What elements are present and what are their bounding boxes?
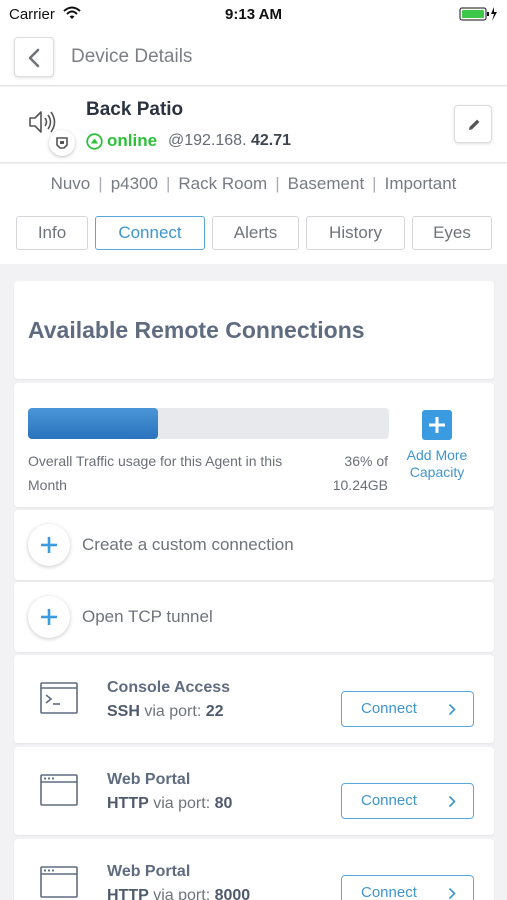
plug-icon bbox=[49, 130, 75, 156]
section-header-card: Available Remote Connections bbox=[14, 281, 494, 379]
connection-card: Web Portal HTTP via port: 8000 Connect bbox=[14, 839, 494, 900]
action-label: Create a custom connection bbox=[82, 535, 294, 554]
tab-alerts[interactable]: Alerts bbox=[212, 216, 299, 250]
tag: Nuvo bbox=[50, 174, 91, 193]
clock: 9:13 AM bbox=[225, 6, 282, 23]
tag: Important bbox=[384, 174, 457, 193]
usage-bar-fill bbox=[28, 408, 158, 439]
connection-name: Web Portal bbox=[107, 771, 191, 788]
connection-card: Console Access SSH via port: 22 Connect bbox=[14, 655, 494, 743]
connection-name: Console Access bbox=[107, 679, 231, 696]
usage-label: Overall Traffic usage for this Agent in … bbox=[28, 453, 283, 493]
connection-via: via port: bbox=[153, 795, 211, 812]
add-capacity-link[interactable]: Add More Capacity bbox=[396, 447, 478, 481]
tab-info[interactable]: Info bbox=[16, 216, 88, 250]
connection-port: 22 bbox=[205, 703, 224, 720]
pencil-icon bbox=[469, 119, 480, 130]
chevron-right-icon bbox=[448, 887, 456, 900]
device-tags: Nuvo | p4300 | Rack Room | Basement | Im… bbox=[0, 164, 507, 204]
connection-protocol-line: HTTP via port: 80 bbox=[107, 795, 232, 813]
status-bar: Carrier 9:13 AM bbox=[0, 0, 507, 28]
connect-button[interactable]: Connect bbox=[341, 875, 474, 900]
device-status: online bbox=[107, 131, 158, 150]
connection-protocol-line: HTTP via port: 8000 bbox=[107, 887, 250, 900]
edit-button[interactable] bbox=[454, 105, 492, 143]
traffic-usage-card: Overall Traffic usage for this Agent in … bbox=[14, 383, 494, 507]
connection-protocol: SSH bbox=[107, 703, 140, 720]
connection-port: 8000 bbox=[214, 887, 251, 900]
plus-icon bbox=[41, 609, 57, 625]
device-name: Back Patio bbox=[86, 99, 184, 120]
add-capacity-line: Add More bbox=[406, 447, 468, 463]
create-custom-connection-row[interactable]: Create a custom connection bbox=[14, 510, 494, 580]
page-title: Device Details bbox=[71, 46, 193, 67]
connect-button-label: Connect bbox=[361, 792, 417, 809]
connection-card: Web Portal HTTP via port: 80 Connect bbox=[14, 747, 494, 835]
plus-icon bbox=[41, 537, 57, 553]
connection-port: 80 bbox=[214, 795, 233, 812]
device-header: Back Patio online @192.168. 42.71 bbox=[0, 87, 507, 163]
section-title: Available Remote Connections bbox=[28, 317, 365, 343]
tag-separator: | bbox=[372, 174, 377, 193]
tag-separator: | bbox=[98, 174, 103, 193]
connect-button[interactable]: Connect bbox=[341, 783, 474, 819]
tag: p4300 bbox=[110, 174, 158, 193]
device-ip-suffix: 42.71 bbox=[251, 132, 292, 149]
chevron-left-icon bbox=[28, 48, 40, 68]
nav-bar: Device Details bbox=[0, 28, 507, 86]
tab-bar: Info Connect Alerts History Eyes bbox=[0, 204, 507, 264]
tag: Basement bbox=[287, 174, 365, 193]
connection-protocol: HTTP bbox=[107, 887, 149, 900]
terminal-icon bbox=[40, 682, 78, 719]
tab-connect[interactable]: Connect bbox=[95, 216, 205, 250]
usage-capacity: 10.24GB bbox=[332, 477, 388, 493]
connect-button[interactable]: Connect bbox=[341, 691, 474, 727]
tag-separator: | bbox=[165, 174, 171, 193]
add-circle-button[interactable] bbox=[28, 596, 70, 638]
connection-name: Web Portal bbox=[107, 863, 191, 880]
usage-amount: 36% of 10.24GB bbox=[322, 449, 388, 497]
action-label: Open TCP tunnel bbox=[82, 607, 213, 626]
plus-icon bbox=[429, 417, 445, 433]
browser-window-icon bbox=[40, 774, 78, 811]
tab-eyes[interactable]: Eyes bbox=[412, 216, 492, 250]
connection-protocol-line: SSH via port: 22 bbox=[107, 703, 224, 721]
battery-icon bbox=[459, 6, 499, 26]
open-tcp-tunnel-row[interactable]: Open TCP tunnel bbox=[14, 582, 494, 652]
chevron-right-icon bbox=[448, 795, 456, 808]
browser-window-icon bbox=[40, 866, 78, 900]
connection-via: via port: bbox=[144, 703, 202, 720]
connect-button-label: Connect bbox=[361, 700, 417, 717]
connection-via: via port: bbox=[153, 887, 211, 900]
usage-percent: 36% of bbox=[344, 453, 388, 469]
connect-button-label: Connect bbox=[361, 884, 417, 900]
chevron-right-icon bbox=[448, 703, 456, 716]
add-circle-button[interactable] bbox=[28, 524, 70, 566]
back-button[interactable] bbox=[14, 37, 54, 77]
device-ip-prefix: @192.168. bbox=[168, 132, 247, 149]
connection-protocol: HTTP bbox=[107, 795, 149, 812]
add-capacity-line: Capacity bbox=[409, 464, 465, 480]
tag: Rack Room bbox=[178, 174, 268, 193]
status-up-icon bbox=[86, 133, 103, 155]
tag-separator: | bbox=[275, 174, 280, 193]
tab-history[interactable]: History bbox=[306, 216, 405, 250]
add-capacity-button[interactable] bbox=[422, 410, 452, 440]
